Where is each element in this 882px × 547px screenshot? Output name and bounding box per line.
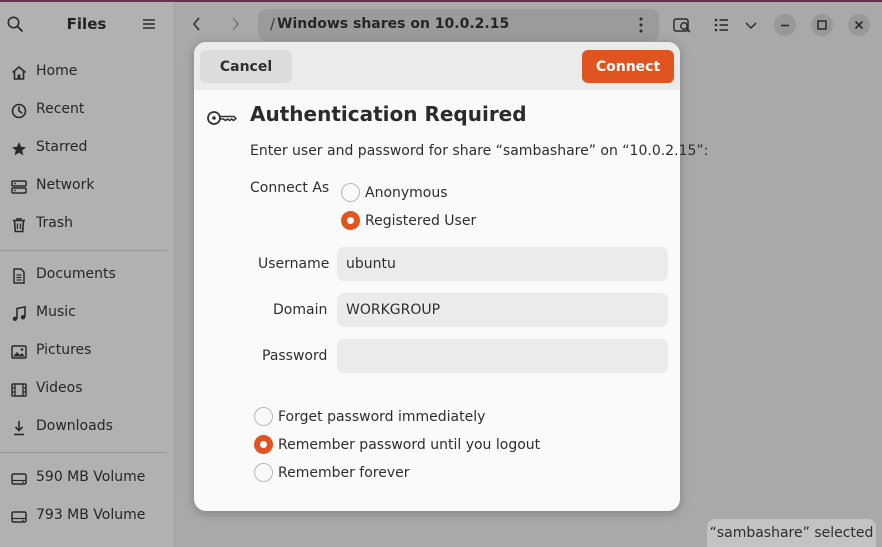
sidebar-item-trash[interactable]: Trash xyxy=(0,207,173,241)
sidebar-item-recent[interactable]: Recent xyxy=(0,93,173,127)
path-separator: / xyxy=(270,15,276,33)
sidebar-item-pictures[interactable]: Pictures xyxy=(0,334,173,368)
chevron-down-icon[interactable] xyxy=(740,14,762,36)
cancel-button[interactable]: Cancel xyxy=(200,50,292,83)
window-top-accent xyxy=(0,0,882,2)
remember-forever-radio-label[interactable]: Remember forever xyxy=(278,465,410,481)
sidebar-item-label: Recent xyxy=(36,101,85,117)
remember-until-logout-radio[interactable] xyxy=(254,435,273,454)
dialog-message: Enter user and password for share “samba… xyxy=(250,143,709,159)
picture-icon xyxy=(10,343,28,361)
authentication-dialog: Cancel Connect Authentication Required E… xyxy=(194,42,708,511)
sidebar-item-label: Network xyxy=(36,177,95,193)
hamburger-menu-icon[interactable] xyxy=(140,15,158,33)
search-in-folder-icon[interactable] xyxy=(671,14,693,36)
sidebar-item-network[interactable]: Network xyxy=(0,169,173,203)
home-icon xyxy=(10,64,28,82)
remember-until-logout-radio-label[interactable]: Remember password until you logout xyxy=(278,437,540,453)
sidebar-item-label: Documents xyxy=(36,266,116,282)
sidebar-item-downloads[interactable]: Downloads xyxy=(0,410,173,444)
password-label: Password xyxy=(262,348,328,364)
sidebar-item-label: Videos xyxy=(36,380,83,396)
connect-button[interactable]: Connect xyxy=(582,50,674,83)
username-field[interactable] xyxy=(337,247,668,281)
path-title: Windows shares on 10.0.2.15 xyxy=(277,16,510,32)
sidebar-item-label: Starred xyxy=(36,139,88,155)
domain-label: Domain xyxy=(273,302,328,318)
drive-icon xyxy=(10,470,28,488)
video-icon xyxy=(10,381,28,399)
sidebar-item-label: 590 MB Volume xyxy=(36,469,146,485)
kebab-menu-icon[interactable] xyxy=(632,15,650,35)
sidebar-item-documents[interactable]: Documents xyxy=(0,258,173,292)
sidebar-item-label: Trash xyxy=(36,215,73,231)
back-icon[interactable] xyxy=(186,13,208,35)
sidebar: Files Home Recent Starred Network Trash … xyxy=(0,0,173,547)
password-field[interactable] xyxy=(337,339,668,373)
registered-user-radio-label[interactable]: Registered User xyxy=(365,213,476,229)
sidebar-item-music[interactable]: Music xyxy=(0,296,173,330)
sidebar-item-label: Downloads xyxy=(36,418,113,434)
drive-icon xyxy=(10,508,28,526)
sidebar-item-label: Music xyxy=(36,304,76,320)
dialog-header: Cancel Connect xyxy=(194,42,680,90)
document-icon xyxy=(10,267,28,285)
sidebar-item-label: Pictures xyxy=(36,342,92,358)
sidebar-header: Files xyxy=(0,0,173,48)
download-icon xyxy=(10,419,28,437)
sidebar-separator xyxy=(0,452,167,453)
trash-icon xyxy=(10,216,28,234)
music-icon xyxy=(10,305,28,323)
anonymous-radio[interactable] xyxy=(341,183,360,202)
maximize-icon[interactable] xyxy=(811,14,833,36)
sidebar-item-videos[interactable]: Videos xyxy=(0,372,173,406)
close-icon[interactable] xyxy=(848,14,870,36)
sidebar-item-volume[interactable]: 590 MB Volume xyxy=(0,461,173,495)
domain-field[interactable] xyxy=(337,293,668,327)
sidebar-item-starred[interactable]: Starred xyxy=(0,131,173,165)
status-badge: “sambashare” selected xyxy=(707,519,876,547)
forget-password-radio-label[interactable]: Forget password immediately xyxy=(278,409,485,425)
forget-password-radio[interactable] xyxy=(254,407,273,426)
key-icon xyxy=(206,107,238,129)
connect-as-label: Connect As xyxy=(250,180,330,196)
minimize-icon[interactable] xyxy=(774,14,796,36)
list-view-icon[interactable] xyxy=(711,14,733,36)
anonymous-radio-label[interactable]: Anonymous xyxy=(365,185,448,201)
sidebar-item-label: 793 MB Volume xyxy=(36,507,146,523)
network-icon xyxy=(10,178,28,196)
remember-forever-radio[interactable] xyxy=(254,463,273,482)
registered-user-radio[interactable] xyxy=(341,211,360,230)
dialog-title: Authentication Required xyxy=(250,102,527,126)
username-label: Username xyxy=(258,256,330,272)
forward-icon[interactable] xyxy=(224,13,246,35)
clock-icon xyxy=(10,102,28,120)
sidebar-separator xyxy=(0,250,167,251)
sidebar-item-volume[interactable]: 793 MB Volume xyxy=(0,499,173,533)
star-icon xyxy=(10,140,28,158)
sidebar-item-label: Home xyxy=(36,63,78,79)
sidebar-item-home[interactable]: Home xyxy=(0,55,173,89)
